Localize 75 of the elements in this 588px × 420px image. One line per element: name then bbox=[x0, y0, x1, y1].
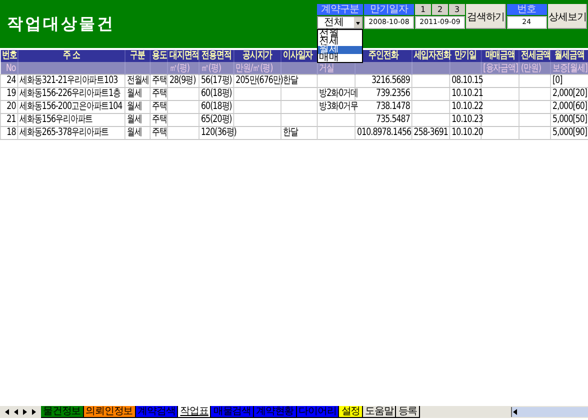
scroll-left-icon[interactable] bbox=[512, 408, 518, 416]
prev-sheet-icon[interactable] bbox=[13, 408, 19, 416]
table-cell: 10.10.23 bbox=[450, 114, 482, 126]
table-cell: 월세 bbox=[124, 126, 150, 140]
table-cell: 19 bbox=[0, 88, 18, 100]
first-sheet-icon[interactable] bbox=[4, 408, 10, 416]
table-cell: 5,000[50] bbox=[550, 114, 588, 126]
table-cell: 세화동156우리아파트 bbox=[18, 114, 125, 126]
preset-button[interactable]: 2 bbox=[432, 4, 448, 15]
filter-label: 만기일자 bbox=[364, 4, 414, 15]
table-cell: 258-3691 bbox=[412, 126, 450, 140]
page-title: 작업대상물건 bbox=[7, 14, 115, 33]
table-cell: 세화동156-200고은아파트104 bbox=[18, 100, 125, 114]
table-cell: 65(20평) bbox=[199, 114, 234, 126]
table-cell: 735.5487 bbox=[355, 114, 412, 126]
next-sheet-icon[interactable] bbox=[22, 408, 28, 416]
table-cell: 21 bbox=[0, 114, 18, 126]
table-cell: 주택 bbox=[150, 74, 168, 88]
table-cell: 주택 bbox=[150, 114, 168, 126]
sheet-tab[interactable]: 물건정보 bbox=[41, 406, 84, 418]
column-subheader: (만원) bbox=[519, 62, 551, 74]
table-cell: [0] bbox=[550, 74, 588, 88]
table-cell: 08.10.15 bbox=[450, 74, 482, 88]
table-cell: 20 bbox=[0, 100, 18, 114]
table-cell: 방2화0거데 bbox=[317, 88, 356, 100]
sheet-tab[interactable]: 의뢰인정보 bbox=[84, 406, 136, 418]
column-subheader: ㎡(평) bbox=[168, 62, 200, 74]
dropdown-option[interactable]: 전세 bbox=[318, 38, 362, 46]
sheet-tab[interactable]: 작업표 bbox=[178, 406, 212, 418]
table-cell: 120(36평) bbox=[199, 126, 234, 140]
column-subheader: 만원/㎡(평) bbox=[234, 62, 281, 74]
table-cell: 세화동265-378우리아파트 bbox=[18, 126, 125, 140]
table-cell: 월세 bbox=[124, 88, 150, 100]
table-cell: 한달 bbox=[281, 126, 318, 140]
preset-button[interactable]: 1 bbox=[415, 4, 431, 15]
table-cell: 주택 bbox=[150, 100, 168, 114]
table-cell: 28(9평) bbox=[168, 74, 200, 88]
table-cell: 205만(676만) bbox=[234, 74, 281, 88]
table-cell: 5,000[90] bbox=[550, 126, 588, 140]
column-subheader: 보증[월세] bbox=[550, 62, 588, 74]
detail-button[interactable]: 상세보기 bbox=[548, 4, 588, 29]
table-cell: 2,000[60] bbox=[550, 100, 588, 114]
table-cell: 2,000[20] bbox=[550, 88, 588, 100]
column-subheader: [융자금액] bbox=[481, 62, 520, 74]
preset-button[interactable]: 3 bbox=[449, 4, 465, 15]
table-cell: 3216.5689 bbox=[355, 74, 412, 88]
table-cell: 10.10.21 bbox=[450, 88, 482, 100]
table-cell: 방3화0거무 bbox=[317, 100, 356, 114]
table-cell: 10.10.20 bbox=[450, 126, 482, 140]
table-cell: 월세 bbox=[124, 100, 150, 114]
table-cell: 18 bbox=[0, 126, 18, 140]
table-cell: 010.8978.1456 bbox=[355, 126, 412, 140]
table-cell: 주택 bbox=[150, 88, 168, 100]
table-cell: 주택 bbox=[150, 126, 168, 140]
filter-label: 번호 bbox=[506, 4, 547, 15]
table-cell: 60(18평) bbox=[199, 88, 234, 100]
table-cell: 56(17평) bbox=[199, 74, 234, 88]
filter-label: 계약구분 bbox=[317, 4, 363, 15]
last-sheet-icon[interactable] bbox=[31, 408, 37, 416]
table-cell: 세화동156-226우리아파트1층 bbox=[18, 88, 125, 100]
sheet-tab[interactable]: 도움말 bbox=[363, 406, 396, 418]
table-cell: 전월세 bbox=[124, 74, 150, 88]
caret-icon[interactable] bbox=[354, 17, 362, 28]
table-cell: 월세 bbox=[124, 114, 150, 126]
column-subheader: 거실 bbox=[317, 62, 356, 74]
column-subheader: ㎡(평) bbox=[199, 62, 234, 74]
table-cell: 24 bbox=[0, 74, 18, 88]
search-button[interactable]: 검색하기 bbox=[466, 4, 506, 29]
column-subheader: No bbox=[0, 62, 18, 74]
table-cell: 60(18평) bbox=[199, 100, 234, 114]
horizontal-scrollbar[interactable] bbox=[511, 407, 588, 417]
table-cell: 10.10.22 bbox=[450, 100, 482, 114]
table-cell: 세화동321-21우리아파트103 bbox=[18, 74, 125, 88]
sheet-tab[interactable]: 등록 bbox=[396, 406, 420, 418]
sheet-tab[interactable]: 설정 bbox=[339, 406, 364, 418]
